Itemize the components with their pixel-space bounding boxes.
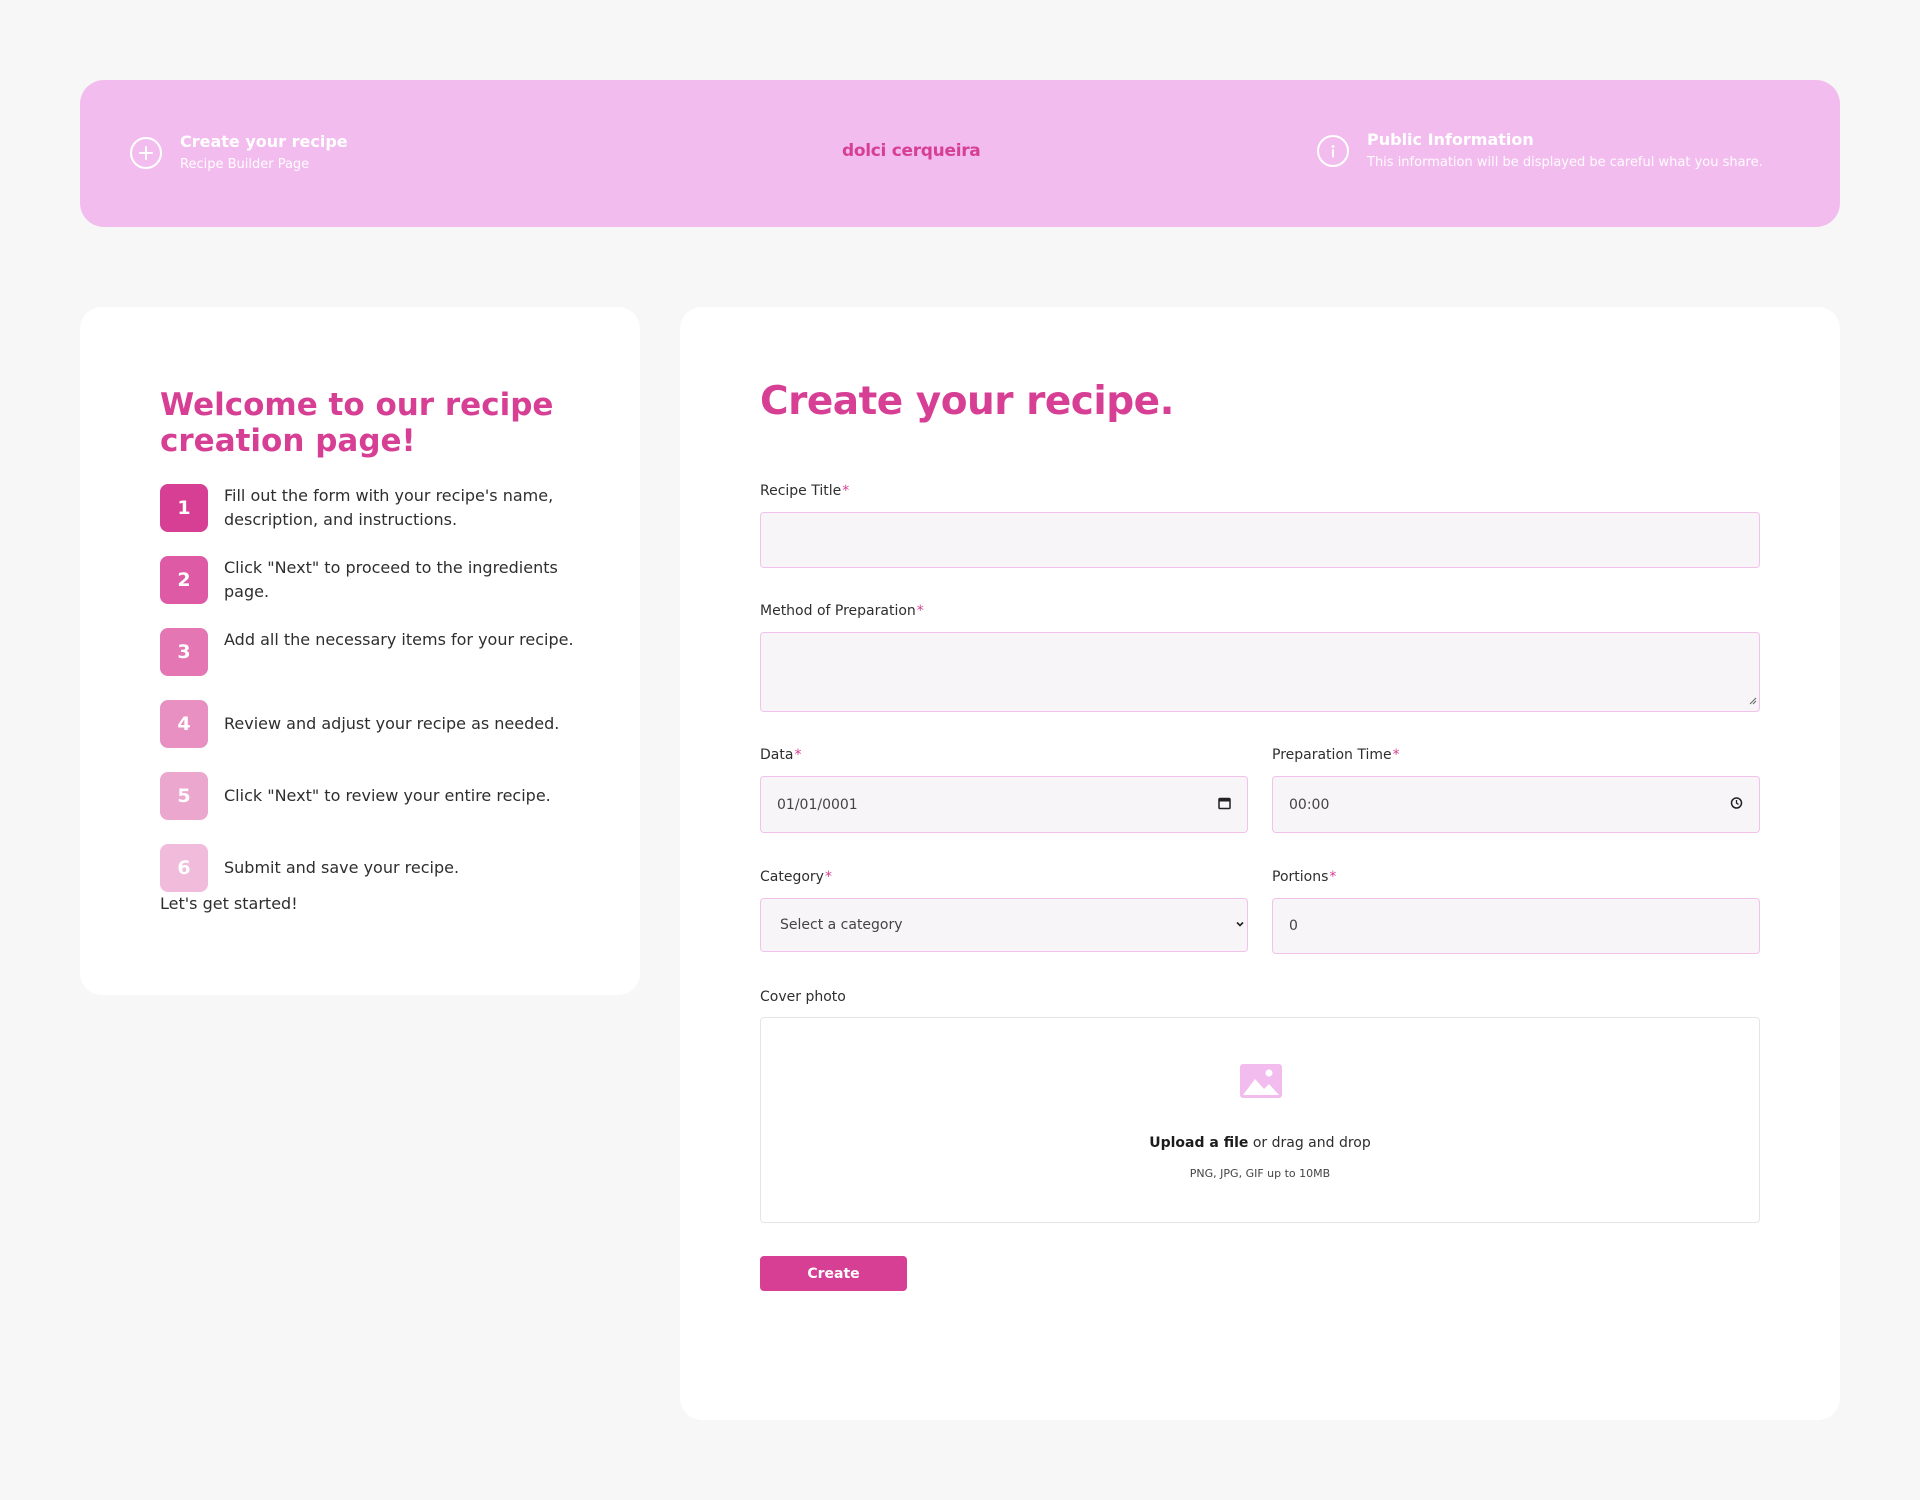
required-mark: * — [842, 483, 850, 499]
prep-time-label-text: Preparation Time — [1272, 747, 1392, 763]
step-item: 4 Review and adjust your recipe as neede… — [160, 700, 580, 748]
form-title: Create your recipe. — [760, 379, 1174, 424]
header-create-subtitle: Recipe Builder Page — [180, 157, 310, 172]
step-number: 5 — [160, 772, 208, 820]
step-number: 1 — [160, 484, 208, 532]
portions-label: Portions* — [1272, 869, 1336, 885]
create-button[interactable]: Create — [760, 1256, 907, 1291]
method-textarea[interactable] — [760, 632, 1760, 712]
header-info-title: Public Information — [1367, 130, 1534, 149]
required-mark: * — [916, 603, 924, 619]
step-item: 1 Fill out the form with your recipe's n… — [160, 484, 580, 532]
clock-icon[interactable] — [1730, 796, 1743, 813]
step-text: Click "Next" to proceed to the ingredien… — [224, 558, 558, 601]
welcome-card: Welcome to our recipe creation page! 1 F… — [80, 307, 640, 995]
step-text: Add all the necessary items for your rec… — [224, 630, 574, 649]
date-value: 01/01/0001 — [777, 796, 858, 813]
header-create-title: Create your recipe — [180, 132, 348, 151]
resize-grip-icon[interactable] — [1748, 693, 1757, 709]
step-number: 6 — [160, 844, 208, 892]
required-mark: * — [1329, 869, 1337, 885]
info-circle-icon — [1317, 135, 1349, 167]
prep-time-value: 00:00 — [1289, 796, 1330, 813]
steps-list: 1 Fill out the form with your recipe's n… — [160, 484, 580, 916]
category-value: Select a category — [780, 917, 903, 933]
upload-instructions: Upload a file or drag and drop — [761, 1135, 1759, 1151]
category-label: Category* — [760, 869, 832, 885]
required-mark: * — [824, 869, 832, 885]
method-label-text: Method of Preparation — [760, 603, 916, 619]
prep-time-label: Preparation Time* — [1272, 747, 1400, 763]
date-input[interactable]: 01/01/0001 — [760, 776, 1248, 833]
step-number: 4 — [160, 700, 208, 748]
portions-input[interactable]: 0 — [1272, 898, 1760, 954]
create-recipe-header: Create your recipe Recipe Builder Page — [130, 132, 348, 174]
brand-logo[interactable]: dolci cerqueira — [842, 141, 981, 161]
step-item: 6 Submit and save your recipe. — [160, 844, 580, 892]
recipe-title-label: Recipe Title* — [760, 483, 849, 499]
category-label-text: Category — [760, 869, 824, 885]
portions-label-text: Portions — [1272, 869, 1329, 885]
welcome-title: Welcome to our recipe creation page! — [160, 387, 554, 459]
required-mark: * — [1392, 747, 1400, 763]
header-banner: Create your recipe Recipe Builder Page d… — [80, 80, 1840, 227]
step-item: 3 Add all the necessary items for your r… — [160, 628, 580, 676]
step-number: 3 — [160, 628, 208, 676]
method-label: Method of Preparation* — [760, 603, 924, 619]
header-info-subtitle: This information will be displayed be ca… — [1367, 155, 1763, 170]
category-select[interactable]: Select a category — [760, 898, 1248, 952]
chevron-down-icon[interactable] — [1235, 917, 1245, 933]
upload-file-link[interactable]: Upload a file — [1149, 1135, 1248, 1151]
upload-drag-text: or drag and drop — [1248, 1135, 1371, 1151]
prep-time-input[interactable]: 00:00 — [1272, 776, 1760, 833]
step-text: Fill out the form with your recipe's nam… — [224, 486, 554, 529]
cover-photo-label: Cover photo — [760, 989, 846, 1005]
date-label: Data* — [760, 747, 801, 763]
step-item: 5 Click "Next" to review your entire rec… — [160, 772, 580, 820]
recipe-form-card: Create your recipe. Recipe Title* Method… — [680, 307, 1840, 1420]
step-item: 2 Click "Next" to proceed to the ingredi… — [160, 556, 580, 604]
step-number: 2 — [160, 556, 208, 604]
portions-value: 0 — [1289, 918, 1298, 934]
step-text: Click "Next" to review your entire recip… — [224, 786, 551, 805]
cover-photo-dropzone[interactable]: Upload a file or drag and drop PNG, JPG,… — [760, 1017, 1760, 1223]
upload-hint: PNG, JPG, GIF up to 10MB — [1189, 1167, 1331, 1180]
calendar-icon[interactable] — [1218, 796, 1231, 813]
image-icon — [1240, 1064, 1282, 1102]
step-text: Submit and save your recipe. — [224, 858, 460, 877]
step-text: Review and adjust your recipe as needed. — [224, 714, 560, 733]
welcome-closing: Let's get started! — [160, 894, 298, 913]
public-info-header: Public Information This information will… — [1317, 130, 1763, 172]
plus-circle-icon — [130, 137, 162, 169]
required-mark: * — [794, 747, 802, 763]
recipe-title-label-text: Recipe Title — [760, 483, 842, 499]
recipe-title-input[interactable] — [760, 512, 1760, 568]
date-label-text: Data — [760, 747, 794, 763]
